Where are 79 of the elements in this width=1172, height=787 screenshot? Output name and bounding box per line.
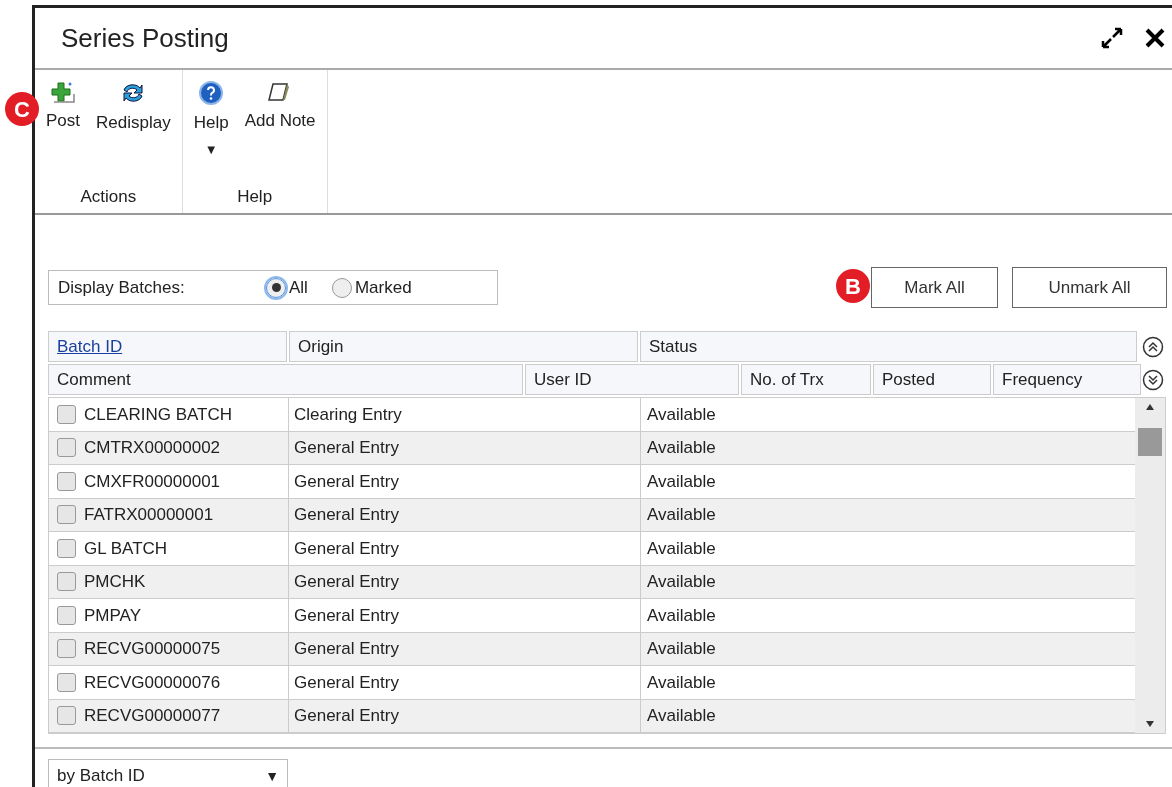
- help-icon: [198, 80, 225, 106]
- table-cell-text: General Entry: [294, 537, 399, 560]
- row-checkbox[interactable]: [57, 706, 76, 726]
- row-checkbox[interactable]: [57, 505, 76, 525]
- table-cell-text: PMPAY: [84, 604, 141, 627]
- table-cell-text: General Entry: [294, 571, 399, 593]
- table-cell-text: Available: [647, 604, 716, 627]
- ribbon-button[interactable]: Add Note: [239, 80, 321, 184]
- expand-icon[interactable]: [1100, 26, 1124, 50]
- table-cell-text: Available: [647, 571, 716, 593]
- table-cell-text: CMXFR00000001: [84, 470, 221, 493]
- table-cell-text: Available: [647, 437, 716, 459]
- table-cell-text: Available: [647, 638, 716, 660]
- table-cell-text: Available: [647, 470, 716, 493]
- column-header: Comment: [48, 364, 523, 395]
- row-checkbox[interactable]: [57, 672, 76, 692]
- table-row[interactable]: RECVG00000076 General Entry Available: [49, 666, 1135, 700]
- radio-option[interactable]: Marked: [331, 274, 412, 301]
- row-checkbox[interactable]: [57, 605, 76, 625]
- table-cell-text: General Entry: [294, 671, 399, 694]
- column-header: Origin: [289, 331, 638, 362]
- ribbon-group-label: Actions: [80, 185, 137, 208]
- table-cell-text: General Entry: [294, 638, 399, 660]
- row-checkbox[interactable]: [57, 438, 76, 458]
- table-cell-text: General Entry: [294, 604, 399, 627]
- table-cell-text: RECVG00000077: [84, 705, 221, 727]
- ribbon-button[interactable]: Help ▼: [188, 80, 234, 184]
- plus-icon: [50, 80, 76, 104]
- window-title: Series Posting: [61, 21, 229, 55]
- table-row[interactable]: CMXFR00000001 General Entry Available: [49, 465, 1135, 499]
- row-checkbox[interactable]: [57, 404, 76, 424]
- table-cell-text: GL BATCH: [84, 537, 168, 560]
- table-cell-text: General Entry: [294, 504, 399, 526]
- table-cell-text: Available: [647, 403, 716, 426]
- action-button[interactable]: Unmark All: [1012, 267, 1167, 308]
- scrollbar[interactable]: [1135, 398, 1165, 733]
- table-cell-text: FATRX00000001: [84, 504, 214, 526]
- column-header[interactable]: Batch ID: [48, 331, 287, 362]
- row-checkbox[interactable]: [57, 639, 76, 659]
- table-cell-text: RECVG00000076: [84, 671, 221, 694]
- table-cell-text: General Entry: [294, 705, 399, 727]
- ribbon-button[interactable]: Post: [41, 80, 86, 184]
- table-row[interactable]: CLEARING BATCH Clearing Entry Available: [49, 398, 1135, 432]
- table-cell-text: Available: [647, 504, 716, 526]
- table-cell-text: PMCHK: [84, 571, 146, 593]
- ribbon-group-label: Help: [237, 185, 273, 208]
- table-cell-text: CMTRX00000002: [84, 437, 221, 459]
- table-row[interactable]: PMCHK General Entry Available: [49, 565, 1135, 599]
- callout-badge: C: [5, 92, 39, 126]
- table-row[interactable]: GL BATCH General Entry Available: [49, 532, 1135, 566]
- close-icon[interactable]: [1144, 27, 1166, 49]
- table-row[interactable]: PMPAY General Entry Available: [49, 599, 1135, 633]
- radio-button[interactable]: [266, 277, 286, 298]
- column-header: No. of Trx: [741, 364, 871, 395]
- table-cell-text: CLEARING BATCH: [84, 403, 232, 426]
- column-header: Frequency: [993, 364, 1141, 395]
- column-header: Posted: [873, 364, 991, 395]
- table-cell-text: General Entry: [294, 437, 399, 459]
- action-button[interactable]: Mark All: [871, 267, 998, 308]
- table-row[interactable]: CMTRX00000002 General Entry Available: [49, 431, 1135, 465]
- radio-option[interactable]: All: [266, 274, 308, 301]
- row-checkbox[interactable]: [57, 538, 76, 558]
- table-cell-text: RECVG00000075: [84, 638, 221, 660]
- table-cell-text: General Entry: [294, 470, 399, 493]
- table-cell-text: Available: [647, 537, 716, 560]
- row-checkbox[interactable]: [57, 572, 76, 592]
- radio-button[interactable]: [331, 277, 352, 298]
- table-row[interactable]: RECVG00000077 General Entry Available: [49, 699, 1135, 733]
- display-batches-label: Display Batches:: [58, 276, 186, 299]
- table-cell-text: Available: [647, 671, 716, 694]
- column-header: Status: [640, 331, 1137, 362]
- table-row[interactable]: RECVG00000075 General Entry Available: [49, 632, 1135, 666]
- table-row[interactable]: FATRX00000001 General Entry Available: [49, 498, 1135, 532]
- sort-dropdown[interactable]: by Batch ID ▼: [48, 759, 288, 787]
- table-cell-text: Clearing Entry: [294, 403, 402, 426]
- table-cell-text: Available: [647, 705, 716, 727]
- ribbon-button[interactable]: Redisplay: [91, 80, 176, 184]
- column-header: User ID: [525, 364, 739, 395]
- row-checkbox[interactable]: [57, 471, 76, 491]
